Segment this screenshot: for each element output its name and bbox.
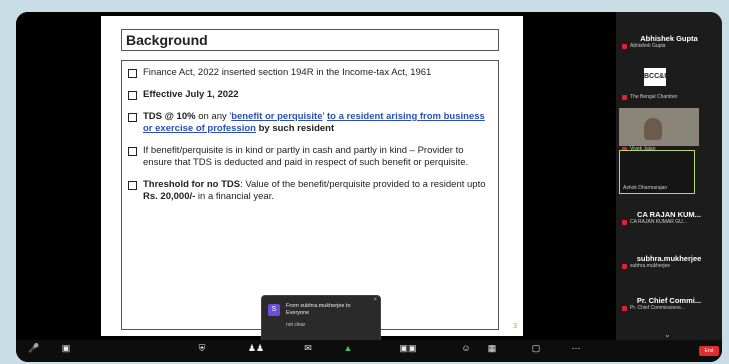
- bullet-finance-act: Finance Act, 2022 inserted section 194R …: [128, 67, 492, 79]
- mic-muted-icon: [622, 305, 627, 311]
- mic-muted-icon: [622, 263, 627, 269]
- mute-button[interactable]: 🎤: [20, 343, 48, 353]
- apps-button[interactable]: ▦: [478, 343, 506, 353]
- slide-body: Finance Act, 2022 inserted section 194R …: [121, 60, 499, 330]
- chat-sender: From subhra.mukherjee to Everyone: [286, 303, 351, 316]
- participants-button[interactable]: ♟♟: [242, 343, 270, 353]
- smiley-icon: ☺: [461, 343, 471, 353]
- chat-bubble-icon: ✉: [304, 343, 312, 353]
- camera-icon: ▣: [61, 343, 71, 353]
- meeting-window: Background Finance Act, 2022 inserted se…: [16, 12, 722, 362]
- more-icon: ⋯: [571, 343, 581, 353]
- microphone-icon: 🎤: [28, 343, 40, 353]
- participants-panel: Abhishek Gupta Abhishek Gupta BCC&I The …: [616, 12, 722, 340]
- participant-tile[interactable]: Abhishek Gupta Abhishek Gupta: [616, 34, 722, 49]
- record-icon: ▣▣: [399, 343, 417, 353]
- video-button[interactable]: ▣: [52, 343, 80, 353]
- checkbox-bullet-icon: [128, 113, 137, 122]
- sender-avatar: S: [268, 304, 280, 316]
- chat-button[interactable]: ✉: [294, 343, 322, 353]
- participant-tile[interactable]: BCC&I The Bengal Chamber: [616, 64, 722, 104]
- close-icon[interactable]: ×: [373, 297, 377, 303]
- bullet-effective-date: Effective July 1, 2022: [128, 89, 492, 101]
- bcci-logo: BCC&I: [644, 68, 666, 86]
- end-meeting-button[interactable]: End: [699, 346, 719, 356]
- mic-muted-icon: [622, 94, 627, 100]
- participant-face: [644, 118, 662, 140]
- checkbox-bullet-icon: [128, 91, 137, 100]
- record-button[interactable]: ▣▣: [394, 343, 422, 353]
- meeting-toolbar: 🎤 ▣ ⛨ ♟♟ ✉ ▲ ▣▣ ☺ ▦ ▢ ⋯ End: [16, 340, 722, 362]
- people-icon: ♟♟: [247, 343, 265, 353]
- reactions-button[interactable]: ☺: [452, 343, 480, 353]
- participant-tile[interactable]: subhra.mukherjee subhra.mukherjee: [616, 254, 722, 269]
- whiteboard-icon: ▢: [531, 343, 541, 353]
- bullet-threshold: Threshold for no TDS: Value of the benef…: [128, 179, 492, 203]
- bullet-benefit-in-kind: If benefit/perquisite is in kind or part…: [128, 145, 492, 169]
- slide: Background Finance Act, 2022 inserted se…: [101, 16, 523, 336]
- checkbox-bullet-icon: [128, 147, 137, 156]
- participant-tile[interactable]: CA RAJAN KUM... CA RAJAN KUMAR GU...: [616, 210, 722, 225]
- checkbox-bullet-icon: [128, 181, 137, 190]
- security-button[interactable]: ⛨: [188, 343, 216, 353]
- slide-number: 3: [513, 323, 517, 330]
- checkbox-bullet-icon: [128, 69, 137, 78]
- share-icon: ▲: [343, 343, 353, 353]
- slide-title: Background: [121, 29, 499, 51]
- whiteboard-button[interactable]: ▢: [522, 343, 550, 353]
- bullet-tds-rate: TDS @ 10% on any 'benefit or perquisite'…: [128, 111, 492, 135]
- shield-icon: ⛨: [198, 343, 206, 353]
- shared-screen: Background Finance Act, 2022 inserted se…: [16, 12, 616, 340]
- mic-muted-icon: [622, 43, 627, 49]
- participant-video-tile[interactable]: Vivek Jalan: [616, 108, 722, 152]
- share-screen-button[interactable]: ▲: [334, 343, 362, 353]
- chevron-down-icon[interactable]: ⌄: [664, 330, 672, 339]
- participant-tile[interactable]: Pr. Chief Commi... Pr. Chief Commissione…: [616, 296, 722, 311]
- apps-icon: ▦: [487, 343, 497, 353]
- more-button[interactable]: ⋯: [562, 343, 590, 353]
- chat-message: not clear: [286, 322, 306, 328]
- active-speaker-tile[interactable]: Ashok Dharmarajan: [619, 150, 695, 194]
- mic-muted-icon: [622, 219, 627, 225]
